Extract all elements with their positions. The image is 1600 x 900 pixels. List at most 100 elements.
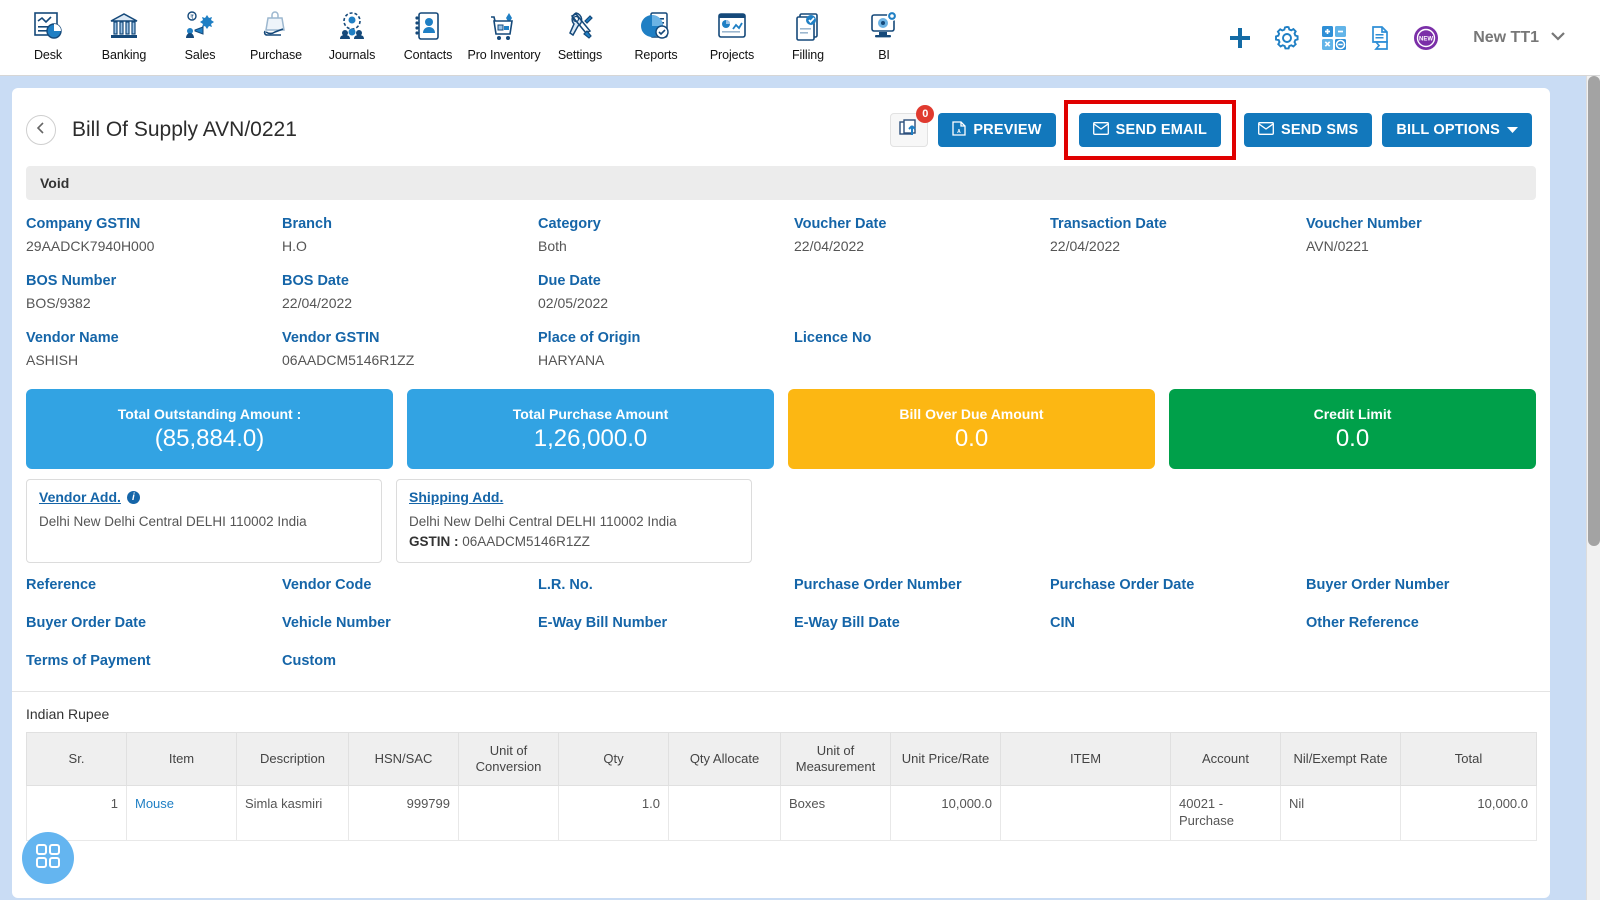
header-action-buttons: 0 A PREVIEW SEND EMAIL SEND SMS BILL OPT… — [890, 100, 1532, 160]
vendor-address-title[interactable]: Vendor Add. i — [39, 489, 369, 505]
th-unit-of-conversion[interactable]: Unit of Conversion — [458, 731, 559, 786]
field-empty-1 — [794, 273, 1050, 312]
field-value: AVN/0221 — [1306, 238, 1369, 254]
summary-card-value: 1,26,000.0 — [533, 424, 648, 452]
nav-item-reports[interactable]: Reports — [618, 0, 694, 62]
th-description[interactable]: Description — [236, 731, 349, 786]
plus-icon[interactable] — [1227, 25, 1253, 51]
nav-label: Banking — [101, 48, 147, 62]
field-label: BOS Date — [282, 273, 349, 289]
vendor-address-line: Delhi New Delhi Central DELHI 110002 Ind… — [39, 514, 307, 529]
th-item[interactable]: Item — [126, 731, 237, 786]
label-reference: Reference — [26, 576, 97, 593]
nav-label: Purchase — [249, 48, 302, 62]
th-sr[interactable]: Sr. — [26, 731, 127, 786]
send-email-button[interactable]: SEND EMAIL — [1078, 113, 1222, 147]
apps-fab-button[interactable] — [22, 832, 74, 884]
th-unit-of-measurement[interactable]: Unit of Measurement — [780, 731, 891, 786]
th-account[interactable]: Account — [1170, 731, 1281, 786]
sales-icon: ₹ — [183, 6, 217, 46]
nav-item-filling[interactable]: Filling — [770, 0, 846, 62]
nav-label: Settings — [557, 48, 603, 62]
field-label: Vendor Name — [26, 330, 119, 346]
th-hsn-sac[interactable]: HSN/SAC — [348, 731, 459, 786]
label-row-3: Terms of Payment Custom — [26, 653, 1536, 669]
nav-label: Pro Inventory — [467, 48, 541, 62]
label-vendor-code: Vendor Code — [282, 576, 372, 593]
field-value: 29AADCK7940H000 — [26, 238, 155, 254]
grid-apps-icon — [35, 843, 61, 874]
nav-item-journals[interactable]: Journals — [314, 0, 390, 62]
field-value: 22/04/2022 — [282, 295, 353, 311]
chevron-down-icon — [1548, 26, 1568, 51]
label-eway-bill-date: E-Way Bill Date — [794, 614, 900, 631]
field-label: Due Date — [538, 273, 601, 289]
field-vendor-gstin: Vendor GSTIN 06AADCM5146R1ZZ — [282, 330, 538, 369]
nav-item-sales[interactable]: ₹ Sales — [162, 0, 238, 62]
nav-item-projects[interactable]: Projects — [694, 0, 770, 62]
shipping-gstin-line: GSTIN : 06AADCM5146R1ZZ — [409, 532, 739, 552]
field-place-of-origin: Place of Origin HARYANA — [538, 330, 794, 369]
nav-label: Sales — [184, 48, 216, 62]
field-licence-no: Licence No — [794, 330, 1050, 369]
cell-qty: 1.0 — [558, 785, 669, 841]
summary-card-value: 0.0 — [1335, 424, 1370, 452]
field-value: 22/04/2022 — [794, 238, 865, 254]
send-sms-button-label: SEND SMS — [1281, 122, 1359, 138]
preview-button-label: PREVIEW — [973, 122, 1042, 138]
label-buyer-order-number: Buyer Order Number — [1306, 576, 1450, 593]
send-sms-button[interactable]: SEND SMS — [1244, 113, 1373, 147]
nav-item-desk[interactable]: Desk — [10, 0, 86, 62]
vertical-scrollbar[interactable] — [1586, 76, 1600, 900]
back-button[interactable] — [26, 115, 56, 145]
field-row-3: Vendor Name ASHISH Vendor GSTIN 06AADCM5… — [26, 330, 1536, 369]
field-bos-date: BOS Date 22/04/2022 — [282, 273, 538, 312]
upload-count-badge: 0 — [916, 105, 935, 123]
label-empty-1 — [538, 653, 794, 669]
nav-item-settings[interactable]: Settings — [542, 0, 618, 62]
th-unit-price-rate[interactable]: Unit Price/Rate — [890, 731, 1001, 786]
th-qty[interactable]: Qty — [558, 731, 669, 786]
th-item-col[interactable]: ITEM — [1000, 731, 1171, 786]
nav-label: Journals — [328, 48, 376, 62]
summary-card-value: (85,884.0) — [154, 424, 265, 452]
calculator-icon[interactable] — [1321, 25, 1347, 51]
preview-button[interactable]: A PREVIEW — [938, 113, 1056, 147]
summary-card-label: Total Purchase Amount — [512, 405, 669, 422]
vendor-address-label: Vendor Add. — [39, 489, 121, 505]
info-icon[interactable]: i — [126, 490, 140, 504]
label-vehicle-number: Vehicle Number — [282, 614, 391, 631]
inventory-icon — [487, 6, 521, 46]
envelope-icon — [1092, 121, 1109, 139]
new-badge-icon[interactable]: NEW — [1413, 25, 1439, 51]
bill-options-button[interactable]: BILL OPTIONS — [1382, 113, 1532, 147]
th-total[interactable]: Total — [1400, 731, 1537, 786]
nav-item-contacts[interactable]: Contacts — [390, 0, 466, 62]
purchase-icon — [259, 6, 293, 46]
label-lr-no: L.R. No. — [538, 576, 593, 593]
nav-item-purchase[interactable]: Purchase — [238, 0, 314, 62]
summary-card-total-purchase: Total Purchase Amount 1,26,000.0 — [407, 389, 774, 469]
th-nil-exempt-rate[interactable]: Nil/Exempt Rate — [1280, 731, 1401, 786]
topnav-scroll-pad — [1586, 0, 1600, 76]
field-label: Vendor GSTIN — [282, 330, 380, 346]
document-header: Bill Of Supply AVN/0221 0 A PREVIEW SEND… — [12, 88, 1550, 160]
cell-item[interactable]: Mouse — [126, 785, 237, 841]
gear-icon[interactable] — [1273, 24, 1301, 52]
file-upload-icon — [898, 117, 920, 144]
send-email-highlight-box: SEND EMAIL — [1063, 100, 1237, 160]
field-transaction-date: Transaction Date 22/04/2022 — [1050, 216, 1306, 255]
status-badge: Void — [26, 166, 1536, 200]
file-upload-button[interactable]: 0 — [890, 105, 935, 147]
nav-item-bi[interactable]: BI — [846, 0, 922, 62]
nav-item-banking[interactable]: Banking — [86, 0, 162, 62]
nav-item-pro-inventory[interactable]: Pro Inventory — [466, 0, 542, 62]
th-qty-allocate[interactable]: Qty Allocate — [668, 731, 781, 786]
field-empty-4 — [1050, 330, 1306, 369]
vertical-scrollbar-thumb[interactable] — [1588, 76, 1600, 546]
summary-card-credit-limit: Credit Limit 0.0 — [1169, 389, 1536, 469]
shipping-address-title[interactable]: Shipping Add. — [409, 489, 739, 505]
nav-label: Contacts — [403, 48, 453, 62]
document-icon[interactable] — [1367, 25, 1393, 51]
user-menu[interactable]: New TT1 — [1473, 26, 1568, 51]
